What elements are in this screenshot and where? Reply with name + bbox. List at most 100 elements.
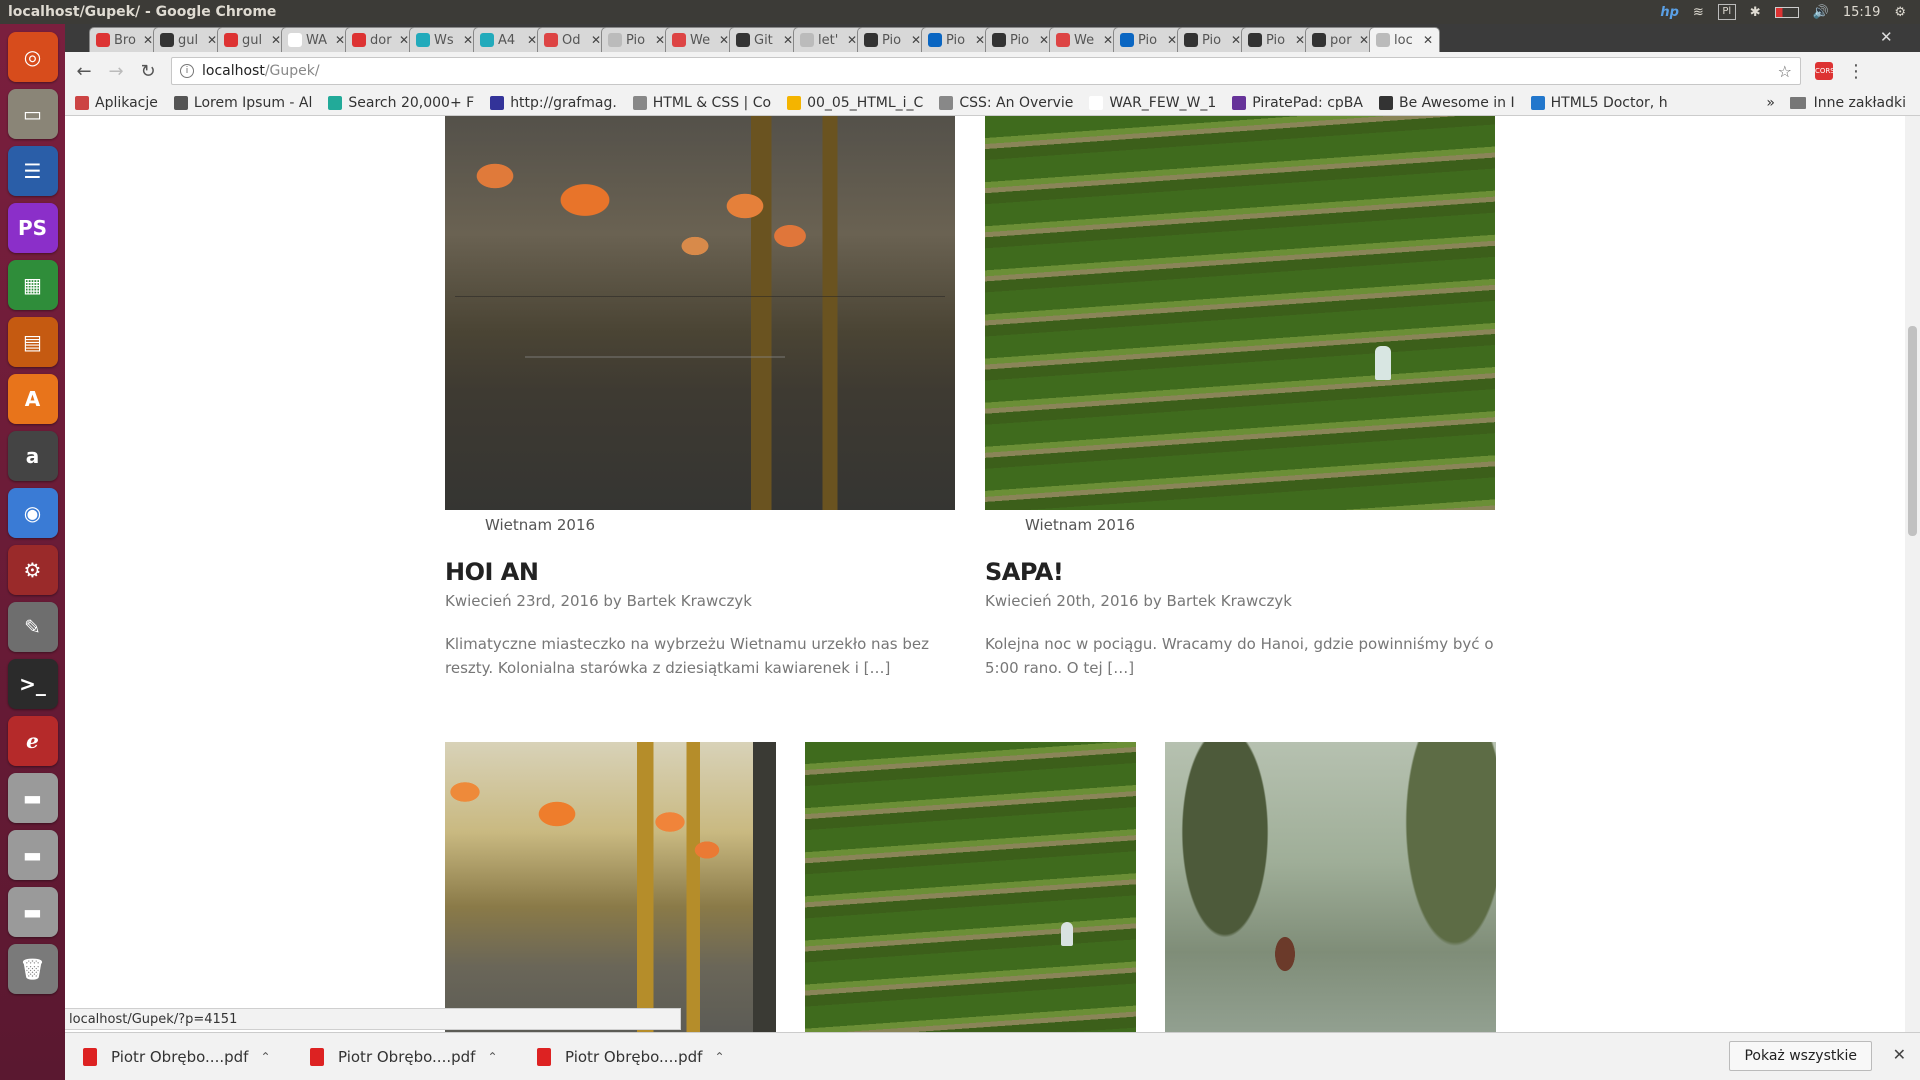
bookmark-item[interactable]: HTML5 Doctor, h <box>1530 95 1668 111</box>
bookmark-item[interactable]: 00_05_HTML_i_C <box>787 95 923 111</box>
browser-tab[interactable]: Ws ✕ <box>409 27 480 52</box>
keyboard-layout-indicator[interactable]: Pl <box>1717 4 1736 20</box>
post-image-sapa[interactable] <box>985 116 1495 510</box>
wifi-icon[interactable]: ≋ <box>1693 5 1704 20</box>
tab-close-icon[interactable]: ✕ <box>911 33 921 47</box>
writer-icon[interactable]: ☰ <box>7 146 58 196</box>
browser-tab[interactable]: WA ✕ <box>281 27 352 52</box>
bookmark-item[interactable]: CSS: An Overvie <box>939 95 1073 111</box>
download-menu-chevron-icon[interactable]: ⌃ <box>260 1050 270 1064</box>
browser-tab[interactable]: We ✕ <box>665 27 736 52</box>
reload-icon[interactable]: ↻ <box>139 61 157 82</box>
download-menu-chevron-icon[interactable]: ⌃ <box>714 1050 724 1064</box>
battery-icon[interactable] <box>1774 6 1799 18</box>
bookmark-item[interactable]: HTML & CSS | Co <box>632 95 771 111</box>
tab-close-icon[interactable]: ✕ <box>207 33 217 47</box>
bookmark-item[interactable]: WAR_FEW_W_1 <box>1089 95 1216 111</box>
hp-icon[interactable]: hp <box>1660 5 1679 20</box>
browser-tab[interactable]: let' ✕ <box>793 27 864 52</box>
site-info-icon[interactable]: i <box>180 64 194 78</box>
cors-extension-icon[interactable]: CORS <box>1815 62 1835 80</box>
download-item[interactable]: Piotr Obrębo....pdf ⌃ <box>537 1047 764 1066</box>
software-center-icon[interactable]: A <box>7 374 58 424</box>
bookmark-item[interactable]: http://grafmag. <box>490 95 617 111</box>
post-category[interactable]: Wietnam 2016 <box>485 516 955 534</box>
tab-close-icon[interactable]: ✕ <box>1039 33 1049 47</box>
terminal-icon[interactable]: >_ <box>7 659 58 709</box>
browser-tab[interactable]: Pio ✕ <box>601 27 672 52</box>
browser-tab[interactable]: Pio ✕ <box>1177 27 1248 52</box>
back-icon[interactable]: ← <box>75 61 93 82</box>
browser-tab[interactable]: gul ✕ <box>217 27 288 52</box>
forward-icon[interactable]: → <box>107 61 125 82</box>
text-editor-icon[interactable]: ✎ <box>7 602 58 652</box>
tab-close-icon[interactable]: ✕ <box>1231 33 1241 47</box>
browser-tab[interactable]: loc ✕ <box>1369 27 1440 52</box>
post-image-hoian[interactable] <box>445 116 955 510</box>
calc-icon[interactable]: ▦ <box>7 260 58 310</box>
volume-icon[interactable]: 🔊 <box>1813 5 1829 20</box>
tab-close-icon[interactable]: ✕ <box>975 33 985 47</box>
evince-icon[interactable]: ℯ <box>7 716 58 766</box>
close-shelf-icon[interactable]: ✕ <box>1893 1045 1906 1064</box>
tab-close-icon[interactable]: ✕ <box>783 33 793 47</box>
tab-close-icon[interactable]: ✕ <box>271 33 281 47</box>
tab-close-icon[interactable]: ✕ <box>1295 33 1305 47</box>
thumbnail-hoian[interactable] <box>445 742 776 1032</box>
browser-tab[interactable]: Od ✕ <box>537 27 608 52</box>
bookmark-item[interactable]: PiratePad: cpBA <box>1232 95 1363 111</box>
browser-tab[interactable]: dor ✕ <box>345 27 416 52</box>
bookmark-item[interactable]: Aplikacje <box>75 95 158 111</box>
scrollbar-thumb[interactable] <box>1908 326 1917 536</box>
drive-icon[interactable]: ▬ <box>7 830 58 880</box>
drive-icon[interactable]: ▬ <box>7 887 58 937</box>
browser-tab[interactable]: Pio ✕ <box>985 27 1056 52</box>
bookmark-item[interactable]: Be Awesome in I <box>1378 95 1515 111</box>
address-bar[interactable]: i localhost/Gupek/ ☆ <box>171 57 1801 85</box>
tab-close-icon[interactable]: ✕ <box>527 33 537 47</box>
tab-close-icon[interactable]: ✕ <box>1103 33 1113 47</box>
impress-icon[interactable]: ▤ <box>7 317 58 367</box>
chrome-icon[interactable]: ◉ <box>7 488 58 538</box>
other-bookmarks-folder[interactable]: Inne zakładki <box>1789 95 1906 111</box>
bluetooth-icon[interactable]: ✱ <box>1750 5 1761 20</box>
page-scrollbar[interactable] <box>1905 116 1920 1032</box>
tab-close-icon[interactable]: ✕ <box>719 33 729 47</box>
ubuntu-dash-icon[interactable]: ◎ <box>7 32 58 82</box>
browser-tab[interactable]: por ✕ <box>1305 27 1376 52</box>
power-gear-icon[interactable]: ⚙ <box>1894 5 1906 20</box>
tab-close-icon[interactable]: ✕ <box>1167 33 1177 47</box>
bookmark-star-icon[interactable]: ☆ <box>1778 62 1792 81</box>
amazon-icon[interactable]: a <box>7 431 58 481</box>
bookmarks-overflow-chevron-icon[interactable]: » <box>1766 95 1775 111</box>
clock[interactable]: 15:19 <box>1843 5 1880 20</box>
download-item[interactable]: Piotr Obrębo....pdf ⌃ <box>310 1047 537 1066</box>
trash-icon[interactable]: 🗑 <box>7 944 58 994</box>
show-all-downloads-button[interactable]: Pokaż wszystkie <box>1729 1041 1872 1071</box>
tab-close-icon[interactable]: ✕ <box>399 33 409 47</box>
browser-tab[interactable]: Bro ✕ <box>89 27 160 52</box>
browser-tab[interactable]: We ✕ <box>1049 27 1120 52</box>
phpstorm-icon[interactable]: PS <box>7 203 58 253</box>
browser-tab[interactable]: gul ✕ <box>153 27 224 52</box>
browser-tab[interactable]: A4 ✕ <box>473 27 544 52</box>
tab-close-icon[interactable]: ✕ <box>1359 33 1369 47</box>
bookmark-item[interactable]: Search 20,000+ F <box>328 95 474 111</box>
browser-tab[interactable]: Pio ✕ <box>1113 27 1184 52</box>
tab-close-icon[interactable]: ✕ <box>463 33 473 47</box>
thumbnail-sapa[interactable] <box>805 742 1136 1032</box>
download-menu-chevron-icon[interactable]: ⌃ <box>487 1050 497 1064</box>
tab-close-icon[interactable]: ✕ <box>655 33 665 47</box>
tab-close-icon[interactable]: ✕ <box>1423 33 1433 47</box>
tab-close-icon[interactable]: ✕ <box>143 33 153 47</box>
browser-tab[interactable]: Pio ✕ <box>1241 27 1312 52</box>
tab-close-icon[interactable]: ✕ <box>335 33 345 47</box>
download-item[interactable]: Piotr Obrębo....pdf ⌃ <box>83 1047 310 1066</box>
browser-tab[interactable]: Git ✕ <box>729 27 800 52</box>
settings-icon[interactable]: ⚙ <box>7 545 58 595</box>
tab-close-icon[interactable]: ✕ <box>591 33 601 47</box>
post-title[interactable]: HOI AN <box>445 558 955 586</box>
files-icon[interactable]: ▭ <box>7 89 58 139</box>
bookmark-item[interactable]: Lorem Ipsum - Al <box>173 95 312 111</box>
chrome-menu-icon[interactable]: ⋮ <box>1847 61 1865 82</box>
